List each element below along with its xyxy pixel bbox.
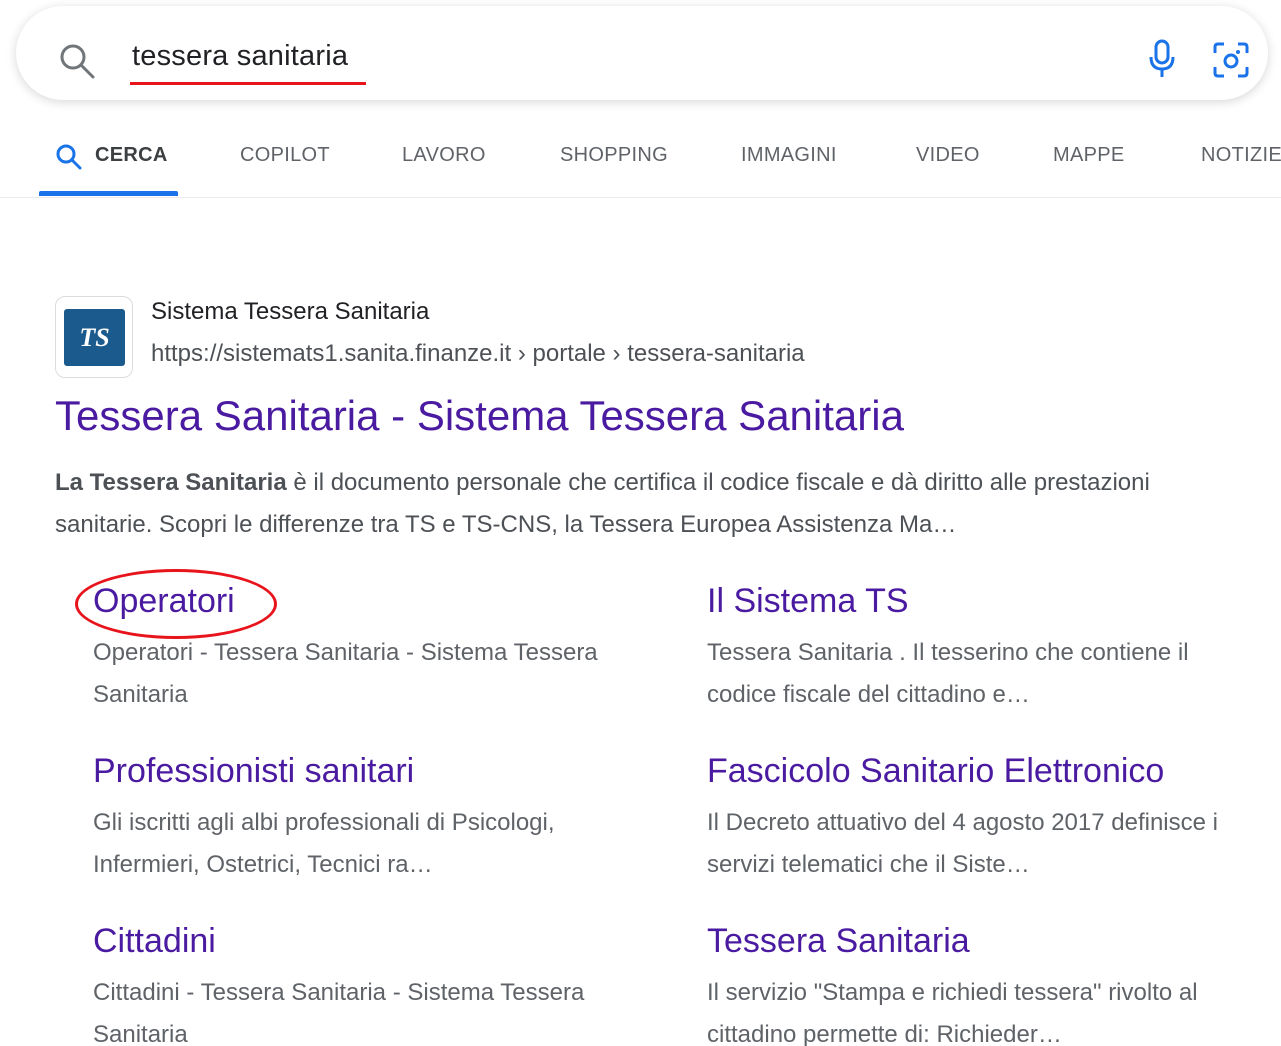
sitelink-fascicolo-sanitario-elettronico[interactable]: Fascicolo Sanitario Elettronico [707, 752, 1164, 791]
tab-copilot[interactable]: COPILOT [240, 144, 330, 167]
visual-search-icon[interactable] [1211, 40, 1251, 80]
search-results-page: tessera sanitaria CERCA COPILOT LAVORO S… [0, 0, 1281, 1046]
sitelink-desc: Gli iscritti agli albi professionali di … [93, 809, 555, 878]
sitelink-desc: Il Decreto attuativo del 4 agosto 2017 d… [707, 809, 1218, 878]
tab-video[interactable]: VIDEO [916, 144, 980, 167]
sitelink-desc: Il servizio "Stampa e richiedi tessera" … [707, 979, 1198, 1046]
search-input[interactable]: tessera sanitaria [132, 40, 348, 73]
result-snippet: La Tessera Sanitaria è il documento pers… [55, 462, 1215, 546]
result-url[interactable]: https://sistemats1.sanita.finanze.it › p… [151, 340, 805, 368]
tab-lavoro[interactable]: LAVORO [402, 144, 486, 167]
sitelink-desc: Cittadini - Tessera Sanitaria - Sistema … [93, 979, 585, 1046]
search-tabs: CERCA COPILOT LAVORO SHOPPING IMMAGINI V… [0, 130, 1281, 198]
search-icon [56, 144, 82, 170]
tab-immagini[interactable]: IMMAGINI [741, 144, 837, 167]
search-box[interactable]: tessera sanitaria [16, 6, 1268, 100]
tab-cerca[interactable]: CERCA [95, 144, 168, 167]
sitelink-desc: Operatori - Tessera Sanitaria - Sistema … [93, 639, 598, 708]
microphone-icon[interactable] [1146, 39, 1178, 79]
snippet-bold: La Tessera Sanitaria [55, 469, 287, 496]
active-tab-indicator [39, 191, 178, 196]
tab-shopping[interactable]: SHOPPING [560, 144, 668, 167]
sitelink-operatori[interactable]: Operatori [93, 582, 235, 621]
sitelink-il-sistema-ts[interactable]: Il Sistema TS [707, 582, 909, 621]
tab-notizie[interactable]: NOTIZIE [1201, 144, 1281, 167]
result-title-link[interactable]: Tessera Sanitaria - Sistema Tessera Sani… [55, 392, 904, 440]
sitelink-cittadini[interactable]: Cittadini [93, 922, 216, 961]
sitelink-tessera-sanitaria[interactable]: Tessera Sanitaria [707, 922, 970, 961]
query-annotation-underline [130, 82, 366, 85]
sitelink-desc: Tessera Sanitaria . Il tesserino che con… [707, 639, 1189, 708]
tab-mappe[interactable]: MAPPE [1053, 144, 1125, 167]
site-favicon[interactable]: TS [55, 296, 133, 378]
sitelink-professionisti-sanitari[interactable]: Professionisti sanitari [93, 752, 414, 791]
site-logo: TS [64, 309, 125, 366]
site-name[interactable]: Sistema Tessera Sanitaria [151, 298, 429, 326]
search-icon[interactable] [58, 42, 96, 80]
